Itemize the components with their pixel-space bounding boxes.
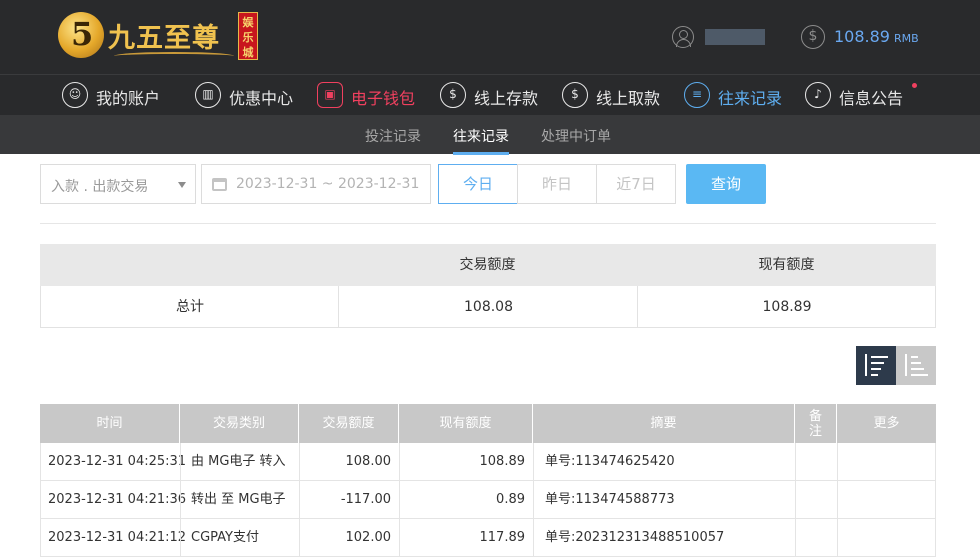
cell-note: [795, 519, 837, 557]
tab-bet-records[interactable]: 投注记录: [365, 126, 421, 146]
tab-transaction-records[interactable]: 往来记录: [453, 126, 509, 155]
nav-label: 线上取款: [596, 89, 661, 108]
cell-amount: 108.00: [299, 443, 399, 481]
col-balance: 现有额度: [399, 404, 533, 443]
cell-type: 转出 至 MG电子: [180, 481, 299, 519]
cell-time: 2023-12-31 04:25:31: [40, 443, 186, 481]
cell-time: 2023-12-31 04:21:36: [40, 481, 186, 519]
summary-table: 交易额度 现有额度 总计 108.08 108.89: [40, 244, 936, 328]
site-logo[interactable]: 5 九五至尊 娱乐城: [58, 8, 268, 64]
summary-row: 总计 108.08 108.89: [40, 286, 936, 328]
cell-balance: 108.89: [399, 443, 533, 481]
summary-header-trade: 交易额度: [459, 257, 516, 273]
cell-more[interactable]: [837, 443, 936, 481]
transaction-type-select[interactable]: 入款 . 出款交易: [40, 164, 196, 204]
nav-label: 往来记录: [718, 89, 783, 108]
logo-flourish: [114, 52, 234, 60]
records-icon: ≡: [684, 82, 710, 108]
coin-icon: $: [801, 25, 825, 49]
gift-icon: ▥: [195, 82, 221, 108]
summary-header-current: 现有额度: [758, 257, 815, 273]
records-table: 时间 交易类别 交易额度 现有额度 摘要 备注 更多 2023-12-31 04…: [40, 404, 936, 557]
select-value: 入款 . 出款交易: [51, 179, 149, 195]
col-more: 更多: [873, 416, 900, 431]
cell-summary: 单号:113474625420: [533, 443, 795, 481]
summary-total-label: 总计: [176, 299, 204, 315]
deposit-icon: $: [440, 82, 466, 108]
cell-amount: 102.00: [299, 519, 399, 557]
bell-icon: ♪: [805, 82, 831, 108]
cell-type: CGPAY支付: [180, 519, 299, 557]
logo-mark: 5: [58, 12, 104, 58]
sort-ascending-button[interactable]: [896, 346, 936, 385]
cell-amount: -117.00: [299, 481, 399, 519]
nav-label: 信息公告: [839, 89, 904, 108]
cell-summary: 单号:113474588773: [533, 481, 795, 519]
balance-currency: RMB: [893, 32, 919, 45]
chevron-down-icon: [178, 182, 186, 188]
logo-badge: 娱乐城: [238, 12, 258, 60]
table-row[interactable]: 2023-12-31 04:21:12 CGPAY支付 102.00 117.8…: [40, 519, 936, 557]
logo-text: 九五至尊: [108, 23, 220, 54]
col-summary: 摘要: [533, 404, 795, 443]
nav-label: 我的账户: [96, 89, 161, 108]
cell-time: 2023-12-31 04:21:12: [40, 519, 186, 557]
cell-note: [795, 481, 837, 519]
nav-label: 电子钱包: [351, 89, 416, 108]
sub-tabs: 投注记录 往来记录 处理中订单: [0, 115, 980, 155]
sort-asc-arrow-icon: [905, 354, 907, 376]
wallet-icon: ▣: [317, 82, 343, 108]
sort-desc-arrow-icon: [865, 354, 867, 376]
cell-note: [795, 443, 837, 481]
username-masked[interactable]: [705, 29, 765, 45]
balance-value: 108.89: [834, 27, 890, 46]
divider: [40, 223, 936, 224]
sort-descending-button[interactable]: [856, 346, 896, 385]
summary-current-amount: 108.89: [637, 286, 936, 328]
user-avatar-icon[interactable]: [672, 26, 694, 48]
summary-header: 交易额度 现有额度: [40, 244, 936, 286]
nav-label: 线上存款: [474, 89, 539, 108]
yesterday-button[interactable]: 昨日: [517, 164, 597, 204]
cell-type: 由 MG电子 转入: [180, 443, 299, 481]
cell-summary: 单号:202312313488510057: [533, 519, 795, 557]
user-icon: ☺: [62, 82, 88, 108]
balance-amount: 108.89 RMB: [834, 27, 919, 46]
table-row[interactable]: 2023-12-31 04:21:36 转出 至 MG电子 -117.00 0.…: [40, 481, 936, 519]
nav-label: 优惠中心: [229, 89, 294, 108]
main-nav: ☺ 我的账户 ▥ 优惠中心 ▣ 电子钱包 $ 线上存款 $ 线上取款 ≡ 往来记…: [0, 74, 980, 115]
date-range-value: 2023-12-31 ~ 2023-12-31: [236, 176, 420, 192]
withdraw-icon: $: [562, 82, 588, 108]
summary-trade-amount: 108.08: [338, 286, 638, 328]
cell-balance: 117.89: [399, 519, 533, 557]
today-button[interactable]: 今日: [438, 164, 518, 204]
calendar-icon: [212, 178, 227, 191]
date-range-input[interactable]: 2023-12-31 ~ 2023-12-31: [201, 164, 431, 204]
tab-pending-orders[interactable]: 处理中订单: [541, 126, 611, 146]
cell-more[interactable]: [837, 519, 936, 557]
col-amount: 交易额度: [299, 404, 399, 443]
table-row[interactable]: 2023-12-31 04:25:31 由 MG电子 转入 108.00 108…: [40, 443, 936, 481]
col-type: 交易类别: [180, 404, 299, 443]
col-note: 备注: [795, 404, 837, 443]
notification-dot: [912, 83, 917, 88]
top-header: 5 九五至尊 娱乐城 $ 108.89 RMB: [0, 0, 980, 74]
cell-more[interactable]: [837, 481, 936, 519]
cell-balance: 0.89: [399, 481, 533, 519]
last-7-days-button[interactable]: 近7日: [596, 164, 676, 204]
search-button[interactable]: 查询: [686, 164, 766, 204]
col-time: 时间: [40, 404, 180, 443]
records-header: 时间 交易类别 交易额度 现有额度 摘要 备注 更多: [40, 404, 936, 443]
